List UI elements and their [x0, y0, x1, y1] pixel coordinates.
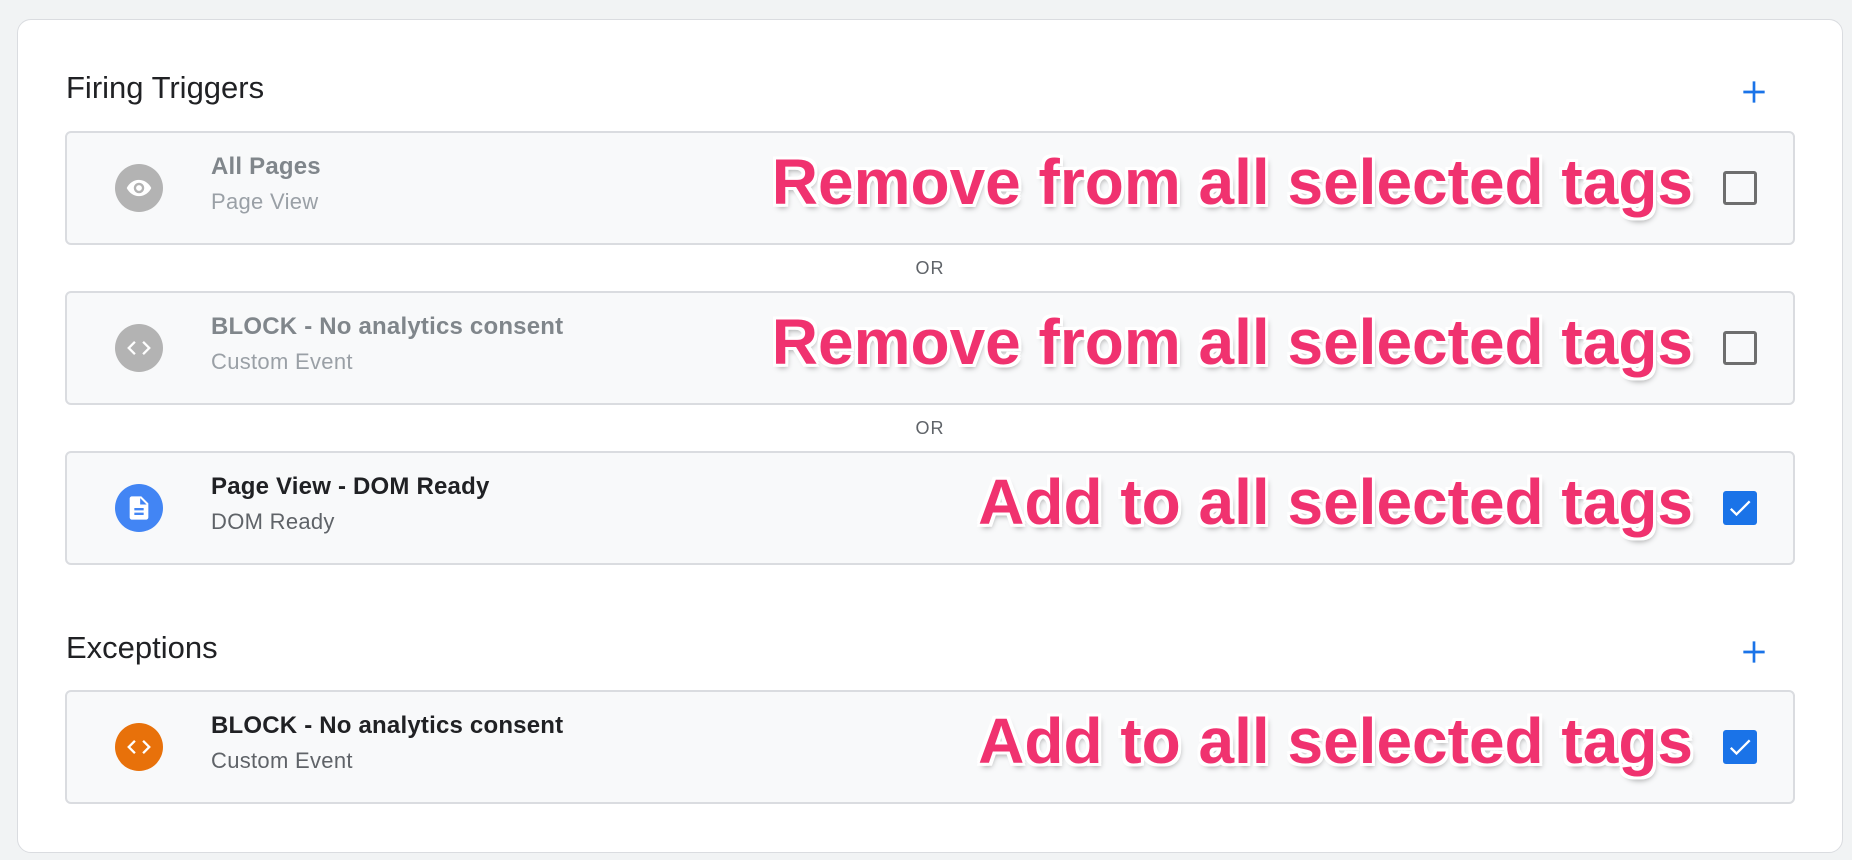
exception-row-block-consent[interactable]: BLOCK - No analytics consent Custom Even…	[65, 690, 1795, 804]
trigger-name: BLOCK - No analytics consent	[211, 313, 564, 340]
trigger-name: BLOCK - No analytics consent	[211, 712, 564, 739]
trigger-type: DOM Ready	[211, 509, 335, 534]
trigger-checkbox[interactable]	[1723, 730, 1757, 764]
trigger-name: Page View - DOM Ready	[211, 473, 490, 500]
trigger-checkbox[interactable]	[1723, 491, 1757, 525]
code-icon	[115, 723, 163, 771]
annotation-label: Remove from all selected tags	[771, 306, 1693, 378]
or-separator: OR	[915, 258, 945, 278]
code-icon	[115, 324, 163, 372]
trigger-row-all-pages[interactable]: All Pages Page View Remove from all sele…	[65, 131, 1795, 245]
exceptions-title: Exceptions	[66, 630, 218, 665]
trigger-name: All Pages	[211, 153, 321, 180]
checkmark-icon	[1729, 739, 1751, 756]
annotation-label: Add to all selected tags	[978, 466, 1693, 538]
trigger-checkbox[interactable]	[1723, 171, 1757, 205]
plus-icon	[1743, 641, 1765, 663]
annotation-label: Add to all selected tags	[978, 705, 1693, 777]
trigger-type: Page View	[211, 189, 319, 214]
annotation-label: Remove from all selected tags	[771, 146, 1693, 218]
eye-icon	[115, 164, 163, 212]
trigger-row-block-consent[interactable]: BLOCK - No analytics consent Custom Even…	[65, 291, 1795, 405]
plus-icon	[1743, 81, 1765, 103]
checkmark-icon	[1729, 500, 1751, 517]
or-separator: OR	[915, 418, 945, 438]
trigger-type: Custom Event	[211, 349, 353, 374]
add-exception-button[interactable]	[1734, 632, 1774, 672]
trigger-type: Custom Event	[211, 748, 353, 773]
firing-triggers-title: Firing Triggers	[66, 70, 265, 105]
add-firing-trigger-button[interactable]	[1734, 72, 1774, 112]
trigger-checkbox[interactable]	[1723, 331, 1757, 365]
document-icon	[115, 484, 163, 532]
trigger-row-dom-ready[interactable]: Page View - DOM Ready DOM Ready Add to a…	[65, 451, 1795, 565]
